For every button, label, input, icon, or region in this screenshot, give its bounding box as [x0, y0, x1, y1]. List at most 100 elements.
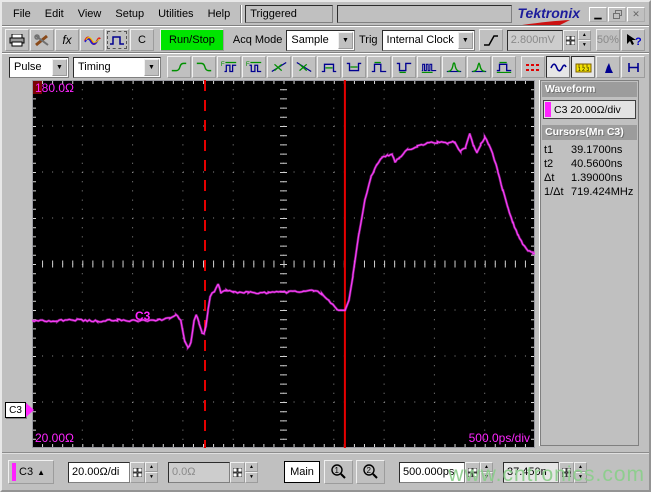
- color-waveform-icon: [83, 36, 101, 45]
- fall-time-button[interactable]: [192, 56, 216, 78]
- menu-view[interactable]: View: [71, 5, 109, 23]
- trigger-status: Triggered: [245, 5, 334, 23]
- spin-down-icon[interactable]: ▼: [574, 472, 587, 483]
- horizontal-scale-spinner[interactable]: ▲ ▼: [480, 461, 493, 483]
- readout-label: Δt: [544, 172, 555, 184]
- waveform-list-item[interactable]: C3 20.00Ω/div: [543, 100, 636, 119]
- neg-width-button[interactable]: [342, 56, 366, 78]
- signal-type-select[interactable]: Pulse ▼: [9, 56, 69, 78]
- plot-svg[interactable]: [31, 80, 536, 448]
- chevron-down-icon[interactable]: ▼: [144, 58, 159, 76]
- horizontal-view-button[interactable]: Main: [284, 461, 320, 483]
- settling-button[interactable]: [492, 56, 516, 78]
- spin-up-icon[interactable]: ▲: [577, 29, 591, 40]
- channel-select-button[interactable]: C3 ▲: [8, 460, 54, 484]
- keypad-button[interactable]: [130, 461, 145, 483]
- vertical-offset-field[interactable]: [168, 461, 230, 483]
- print-button[interactable]: [5, 29, 29, 51]
- horizontal-position-spinner[interactable]: ▲ ▼: [574, 461, 587, 483]
- cursors-toggle-button[interactable]: [521, 56, 545, 78]
- falling-cross-button[interactable]: [292, 56, 316, 78]
- waveform-color-button[interactable]: [80, 29, 104, 51]
- graticule[interactable]: 180.0Ω 20.00Ω 500.0ps/div C3: [31, 80, 536, 448]
- chevron-down-icon[interactable]: ▼: [457, 31, 473, 49]
- rise-time-button[interactable]: [167, 56, 191, 78]
- menu-file[interactable]: File: [6, 5, 38, 23]
- print-icon: [9, 33, 25, 46]
- neg-period-button[interactable]: [392, 56, 416, 78]
- freq-neg-icon: F: [246, 61, 262, 73]
- menu-setup[interactable]: Setup: [108, 5, 151, 23]
- readout-label: t1: [544, 144, 554, 156]
- set-50-percent-button[interactable]: 50%: [595, 29, 620, 51]
- vertical-scale-field[interactable]: [68, 461, 130, 483]
- tools-button[interactable]: [30, 29, 54, 51]
- chevron-down-icon[interactable]: ▼: [337, 31, 353, 49]
- freq-pos-button[interactable]: F: [217, 56, 241, 78]
- readout-value: 1.39000ns: [571, 172, 623, 184]
- menu-edit[interactable]: Edit: [38, 5, 71, 23]
- run-stop-button[interactable]: Run/Stop: [160, 29, 224, 51]
- acq-mode-label: Acq Mode: [232, 34, 283, 46]
- magnify-1-button[interactable]: 1: [324, 460, 353, 484]
- spin-down-icon[interactable]: ▼: [145, 472, 158, 483]
- acq-mode-select[interactable]: Sample ▼: [286, 29, 355, 51]
- vertical-offset-input[interactable]: [172, 466, 226, 478]
- measurement-readout-toggle-button[interactable]: 1 2 3: [571, 56, 595, 78]
- readout-value: 39.1700ns: [571, 144, 623, 156]
- restore-button[interactable]: [608, 6, 626, 22]
- pos-width-button[interactable]: [317, 56, 341, 78]
- cursors-header: Cursors(Mn C3): [542, 125, 637, 140]
- spin-up-icon[interactable]: ▲: [574, 461, 587, 472]
- horizontal-position-input[interactable]: [507, 466, 555, 478]
- neg-overshoot-button[interactable]: [467, 56, 491, 78]
- spin-up-icon[interactable]: ▲: [145, 461, 158, 472]
- chevron-down-icon[interactable]: ▼: [52, 58, 67, 76]
- spin-up-icon[interactable]: ▲: [245, 461, 258, 472]
- spin-down-icon[interactable]: ▼: [577, 40, 591, 51]
- keypad-button[interactable]: [562, 29, 578, 51]
- pos-overshoot-button[interactable]: [442, 56, 466, 78]
- vertical-offset-spinner[interactable]: ▲ ▼: [245, 461, 258, 483]
- spin-up-icon[interactable]: ▲: [480, 461, 493, 472]
- trig-level-spinner[interactable]: ▲ ▼: [577, 29, 591, 51]
- trig-level-field[interactable]: [506, 29, 563, 51]
- horizontal-scale-input[interactable]: [403, 466, 461, 478]
- vertical-scale-spinner[interactable]: ▲ ▼: [145, 461, 158, 483]
- pos-period-button[interactable]: [367, 56, 391, 78]
- magnify-2-button[interactable]: 2: [356, 460, 385, 484]
- chevron-up-icon: ▲: [37, 467, 45, 477]
- freq-neg-button[interactable]: F: [242, 56, 266, 78]
- toolbar-measurements: Pulse ▼ Timing ▼ F F 1 2 3: [2, 53, 649, 80]
- help-pointer-icon: ?: [626, 34, 641, 47]
- vertical-cursor-toggle-button[interactable]: [621, 56, 645, 78]
- keypad-button[interactable]: [230, 461, 245, 483]
- horizontal-position-field[interactable]: [503, 461, 559, 483]
- spin-down-icon[interactable]: ▼: [480, 472, 493, 483]
- menu-help[interactable]: Help: [201, 5, 238, 23]
- waveform-display-toggle-button[interactable]: [546, 56, 570, 78]
- clear-button[interactable]: C: [130, 29, 154, 51]
- measure-category-value: Timing: [78, 61, 111, 73]
- vertical-scale-input[interactable]: [72, 466, 126, 478]
- horizontal-scale-field[interactable]: [399, 461, 465, 483]
- trig-source-select[interactable]: Internal Clock ▼: [381, 29, 475, 51]
- rise-time-icon: [171, 62, 187, 72]
- minimize-button[interactable]: ▁: [589, 6, 607, 22]
- menu-utilities[interactable]: Utilities: [151, 5, 200, 23]
- channel-marker[interactable]: C3: [5, 402, 34, 418]
- keypad-button[interactable]: [465, 461, 480, 483]
- magnifier-2-icon: 2: [363, 464, 378, 479]
- close-button[interactable]: ✕: [627, 6, 645, 22]
- keypad-button[interactable]: [559, 461, 574, 483]
- trig-level-input[interactable]: [510, 34, 559, 46]
- pulse-select-button[interactable]: [105, 29, 129, 51]
- measure-category-select[interactable]: Timing ▼: [73, 56, 161, 78]
- context-help-button[interactable]: ?: [620, 29, 645, 51]
- histogram-toggle-button[interactable]: [596, 56, 620, 78]
- rising-cross-button[interactable]: [267, 56, 291, 78]
- math-button[interactable]: fx: [55, 29, 79, 51]
- burst-width-button[interactable]: [417, 56, 441, 78]
- trig-slope-button[interactable]: [478, 29, 503, 51]
- spin-down-icon[interactable]: ▼: [245, 472, 258, 483]
